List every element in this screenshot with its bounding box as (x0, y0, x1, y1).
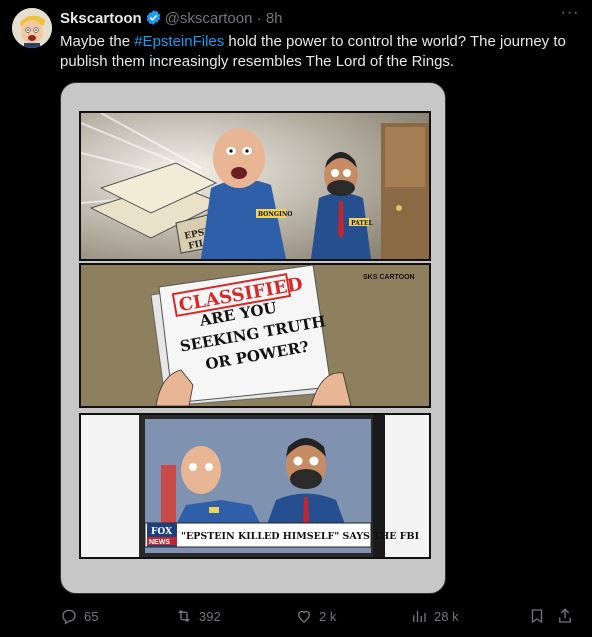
panel-tv-illustration: FOX NEWS "EPSTEIN KILLED HIMSELF" SAYS T… (81, 415, 429, 557)
panel-classified-illustration: CLASSIFIED ARE YOU SEEKING TRUTH OR POWE… (81, 265, 429, 406)
hashtag-link[interactable]: #EpsteinFiles (134, 33, 224, 50)
repost-icon (178, 609, 190, 623)
tv-logo-bottom: NEWS (149, 539, 170, 546)
views-chart-icon (413, 610, 426, 622)
bookmark-icon (531, 609, 543, 624)
tweet-media-image[interactable]: EPSTEIN FILES BONGINO PATEL (60, 82, 446, 594)
badge-left-label: BONGINO (258, 211, 293, 218)
timestamp[interactable]: 8h (266, 10, 283, 27)
cartoon-panel-tv: FOX NEWS "EPSTEIN KILLED HIMSELF" SAYS T… (79, 413, 431, 559)
cartoon-panel-classified: CLASSIFIED ARE YOU SEEKING TRUTH OR POWE… (79, 263, 431, 408)
author-handle[interactable]: @skscartoon (165, 10, 253, 27)
author-name[interactable]: Skscartoon (60, 10, 142, 27)
verified-badge-icon (145, 9, 162, 31)
repost-button[interactable]: 392 (175, 604, 221, 628)
share-button[interactable] (556, 604, 574, 628)
separator-dot: · (256, 10, 262, 27)
badge-right-label: PATEL (351, 220, 373, 227)
tv-ticker: "EPSTEIN KILLED HIMSELF" SAYS THE FBI (181, 531, 420, 542)
cartoon-panel-office: EPSTEIN FILES BONGINO PATEL (79, 111, 431, 261)
share-icon (559, 608, 571, 623)
signature-label: SKS CARTOON (363, 274, 415, 281)
tweet-text: Maybe the #EpsteinFiles hold the power t… (60, 32, 580, 72)
views-button[interactable]: 28 k (410, 604, 459, 628)
avatar-image (12, 8, 52, 48)
more-options-icon[interactable]: ··· (558, 4, 582, 24)
reply-button[interactable]: 65 (60, 604, 98, 628)
tv-logo-top: FOX (151, 527, 172, 537)
repost-count: 392 (199, 608, 221, 624)
tweet-header: Skscartoon @skscartoon · 8h (60, 9, 283, 31)
tweet-actions: 65 392 2 k 28 k (60, 604, 580, 628)
reply-icon (62, 609, 76, 625)
reply-count: 65 (84, 608, 99, 624)
avatar[interactable] (12, 8, 52, 48)
like-count: 2 k (319, 608, 337, 624)
like-button[interactable]: 2 k (295, 604, 336, 628)
tweet-text-part1: Maybe the (60, 33, 135, 50)
bookmark-button[interactable] (528, 604, 546, 628)
views-count: 28 k (434, 608, 459, 624)
panel-office-illustration: EPSTEIN FILES BONGINO PATEL (81, 113, 429, 259)
heart-icon (298, 610, 310, 623)
